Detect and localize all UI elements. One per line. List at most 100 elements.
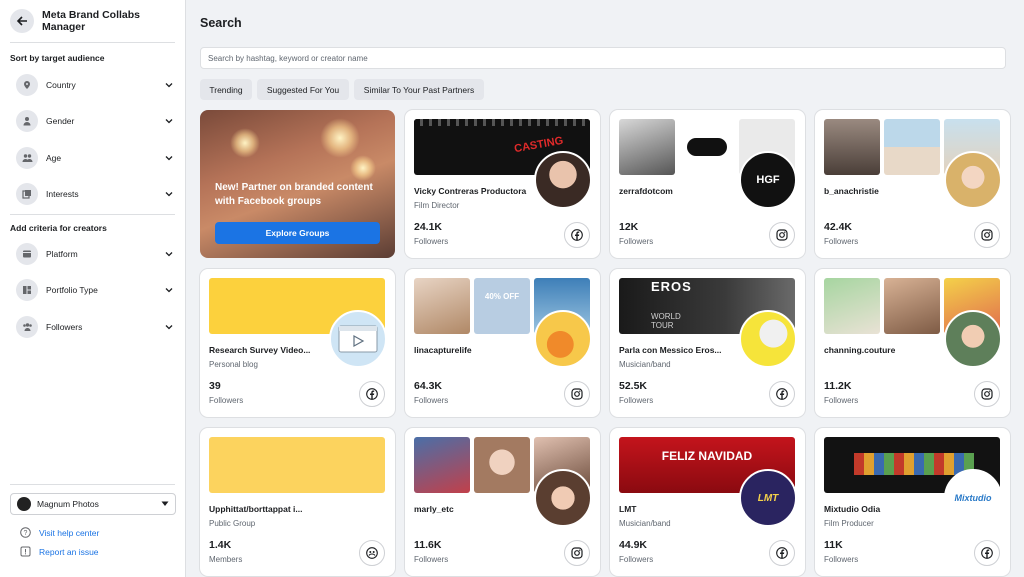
follower-label: Followers (414, 555, 449, 564)
account-name: Magnum Photos (37, 499, 99, 509)
creator-avatar (944, 151, 1002, 209)
instagram-icon[interactable] (564, 540, 590, 566)
portfolio-icon (16, 279, 38, 301)
chip-similar-past-partners[interactable]: Similar To Your Past Partners (354, 79, 484, 100)
creator-name: LMT (619, 504, 637, 514)
creator-avatar: LMT (739, 469, 797, 527)
filter-portfolio-type[interactable]: Portfolio Type (10, 275, 176, 305)
facebook-icon[interactable] (564, 222, 590, 248)
filter-gender[interactable]: Gender (10, 106, 176, 136)
creator-category: Musician/band (619, 519, 671, 528)
divider (10, 42, 175, 43)
account-selector[interactable]: Magnum Photos (10, 493, 176, 515)
account-avatar (17, 497, 31, 511)
chip-trending[interactable]: Trending (200, 79, 252, 100)
photo-thumbnail (414, 278, 470, 334)
location-icon (16, 74, 38, 96)
instagram-icon[interactable] (564, 381, 590, 407)
creator-avatar (534, 310, 592, 368)
explore-groups-button[interactable]: Explore Groups (215, 222, 380, 244)
creator-card[interactable]: Upphittat/borttappat i... Public Group 1… (200, 428, 395, 576)
instagram-icon[interactable] (974, 222, 1000, 248)
member-count: 1.4K (209, 539, 232, 551)
filter-followers[interactable]: Followers (10, 312, 176, 342)
help-center-link[interactable]: ? Visit help center (20, 527, 99, 538)
instagram-icon[interactable] (974, 381, 1000, 407)
eros-label: EROS (651, 279, 692, 294)
back-button[interactable] (10, 9, 34, 33)
caret-down-icon (161, 501, 169, 506)
creator-name: Research Survey Video... (209, 345, 311, 355)
creator-card[interactable]: Mixtudio Mixtudio Odia Film Producer 11K… (815, 428, 1010, 576)
groups-icon[interactable] (359, 540, 385, 566)
filter-country[interactable]: Country (10, 70, 176, 100)
creator-name: Vicky Contreras Productora (414, 186, 527, 196)
groups-promo-card: New! Partner on branded content with Fac… (200, 110, 395, 258)
follower-count: 52.5K (619, 380, 648, 392)
member-label: Members (209, 555, 243, 564)
instagram-icon[interactable] (769, 222, 795, 248)
sparkler-graphic (230, 128, 260, 158)
follower-label: Followers (619, 555, 654, 564)
mixtudio-logo-text: Mixtudio (954, 493, 992, 503)
filter-label: Country (46, 80, 76, 90)
follower-count: 24.1K (414, 221, 443, 233)
creator-card[interactable]: b_anachristie 42.4K Followers (815, 110, 1010, 258)
filter-interests[interactable]: Interests (10, 179, 176, 209)
follower-label: Followers (824, 396, 859, 405)
arrow-left-icon (16, 16, 27, 26)
follower-count: 42.4K (824, 221, 853, 233)
creator-avatar (534, 151, 592, 209)
creator-card[interactable]: CASTING Vicky Contreras Productora Film … (405, 110, 600, 258)
hgf-logo-text: HGF (756, 174, 780, 186)
follower-count: 12K (619, 221, 639, 233)
filter-label: Age (46, 153, 62, 163)
filter-label: Platform (46, 249, 78, 259)
report-issue-label: Report an issue (39, 546, 99, 557)
creator-card[interactable]: marly_etc 11.6K Followers (405, 428, 600, 576)
creator-name: linacapturelife (414, 345, 472, 355)
filter-label: Followers (46, 322, 83, 332)
facebook-icon[interactable] (974, 540, 1000, 566)
interests-icon (16, 183, 38, 205)
creator-card[interactable]: HGF zerrafdotcom 12K Followers (610, 110, 805, 258)
creator-card[interactable]: 40% OFF linacapturelife 64.3K Followers (405, 269, 600, 417)
photo-thumbnail (824, 278, 880, 334)
chevron-down-icon (162, 114, 176, 128)
creator-name: zerrafdotcom (619, 186, 673, 196)
follower-count: 44.9K (619, 539, 648, 551)
creator-avatar: HGF (739, 151, 797, 209)
chevron-down-icon (162, 151, 176, 165)
creator-card[interactable]: Research Survey Video... Personal blog 3… (200, 269, 395, 417)
people-icon (16, 147, 38, 169)
creator-card[interactable]: FELIZ NAVIDAD LMT LMT Musician/band 44.9… (610, 428, 805, 576)
follower-count: 11.2K (824, 380, 852, 392)
chip-suggested[interactable]: Suggested For You (257, 79, 349, 100)
search-input[interactable] (200, 47, 1006, 69)
photo-thumbnail (824, 119, 880, 175)
creator-card[interactable]: channing.couture 11.2K Followers (815, 269, 1010, 417)
report-issue-link[interactable]: Report an issue (20, 546, 99, 557)
creator-category: Film Director (414, 201, 460, 210)
creator-name: channing.couture (824, 345, 896, 355)
divider (10, 214, 175, 215)
report-icon (20, 546, 31, 557)
cover-thumbnail (209, 437, 385, 493)
facebook-icon[interactable] (769, 540, 795, 566)
creator-name: Upphittat/borttappat i... (209, 504, 303, 514)
chevron-down-icon (162, 320, 176, 334)
facebook-icon[interactable] (359, 381, 385, 407)
creator-name: marly_etc (414, 504, 454, 514)
filter-platform[interactable]: Platform (10, 239, 176, 269)
video-player-icon (338, 325, 378, 353)
help-icon: ? (20, 527, 31, 538)
creator-name: b_anachristie (824, 186, 879, 196)
creator-card[interactable]: EROS WORLD TOUR Parla con Messico Eros..… (610, 269, 805, 417)
follower-label: Followers (619, 237, 654, 246)
feliz-navidad-label: FELIZ NAVIDAD (661, 449, 753, 463)
facebook-icon[interactable] (769, 381, 795, 407)
creator-category: Public Group (209, 519, 256, 528)
filter-label: Interests (46, 189, 79, 199)
creator-avatar (944, 310, 1002, 368)
filter-age[interactable]: Age (10, 143, 176, 173)
